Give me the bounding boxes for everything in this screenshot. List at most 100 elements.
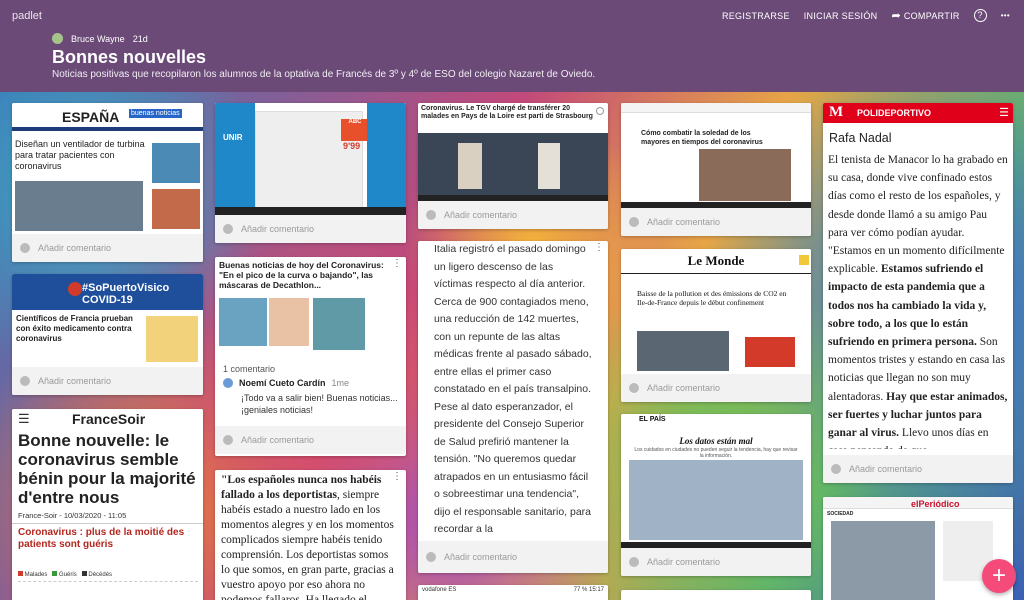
post-card[interactable]: M POLIDEPORTIVO ☰ Rafa Nadal El tenista …	[823, 103, 1013, 483]
price-tag: 9'99	[343, 141, 361, 151]
post-text: Italia registró el pasado domingo un lig…	[434, 243, 592, 535]
more-icon[interactable]: •••	[1001, 11, 1010, 20]
post-card[interactable]: ⋮ Italia registró el pasado domingo un l…	[418, 241, 608, 573]
add-comment[interactable]: Añadir comentario	[621, 548, 811, 576]
share-button[interactable]: ➦ COMPARTIR	[891, 9, 959, 22]
legend-item: Décédés	[81, 571, 112, 578]
post-thumbnail: ☰ FranceSoir Bonne nouvelle: le coronavi…	[12, 409, 203, 600]
virus-icon	[68, 282, 82, 296]
comment-avatar-icon	[629, 557, 639, 567]
padlet-logo[interactable]: padlet	[12, 10, 42, 22]
post-card[interactable]: UNIR ABC 9'99 Añadir comentario	[215, 103, 406, 243]
side-photo	[152, 189, 200, 229]
post-text: El tenista de Manacor lo ha grabado en s…	[828, 154, 1008, 449]
add-comment-label: Añadir comentario	[38, 243, 112, 253]
comment-avatar-icon	[831, 464, 841, 474]
post-menu-icon[interactable]: ⋮	[594, 243, 604, 253]
add-comment[interactable]: Añadir comentario	[215, 215, 406, 243]
add-comment[interactable]: Añadir comentario	[418, 541, 608, 573]
add-comment[interactable]: Añadir comentario	[418, 201, 608, 229]
post-menu-icon[interactable]: ⋮	[392, 472, 402, 482]
add-comment-label: Añadir comentario	[444, 552, 518, 562]
post-thumbnail: Cómo combatir la soledad de los mayores …	[621, 103, 811, 208]
add-comment[interactable]: Añadir comentario	[215, 426, 406, 454]
post-card[interactable]: EL PAÍS Los datos están mal Los cuidados…	[621, 414, 811, 576]
site-brand: EL PAÍS	[639, 416, 666, 423]
divider	[12, 523, 203, 524]
post-card[interactable]: ESPAÑA buenas noticias Diseñan un ventil…	[12, 103, 203, 262]
post-headline: Bonne nouvelle: le coronavirus semble bé…	[18, 431, 196, 507]
unir-sidebar	[215, 103, 255, 215]
login-link[interactable]: INICIAR SESIÓN	[804, 11, 878, 21]
post-card[interactable]: Le Monde Baisse de la pollution et des é…	[621, 249, 811, 402]
comment-time: 1me	[331, 378, 350, 388]
sub-headline: Coronavirus : plus de la moitié des pati…	[18, 527, 185, 550]
post-thumbnail: UNIR ABC 9'99	[215, 103, 406, 215]
comment-avatar-icon	[223, 435, 233, 445]
comment-avatar-icon	[223, 224, 233, 234]
taskbar	[215, 207, 406, 215]
abc-badge: ABC	[341, 119, 369, 141]
add-comment[interactable]: Añadir comentario	[621, 374, 811, 402]
add-post-button[interactable]: +	[982, 559, 1016, 593]
comment-avatar-icon	[20, 376, 30, 386]
add-comment[interactable]: Añadir comentario	[823, 455, 1013, 483]
byline: France-Soir - 10/03/2020 - 11:05	[18, 511, 127, 520]
author-row: Bruce Wayne 21d	[52, 33, 148, 44]
comment-avatar-icon	[629, 383, 639, 393]
add-comment-label: Añadir comentario	[647, 383, 721, 393]
top-nav: REGISTRARSE INICIAR SESIÓN ➦ COMPARTIR ?…	[722, 9, 1010, 22]
post-card[interactable]: #SoPuertoVisico COVID-19 Científicos de …	[12, 274, 203, 395]
post-card[interactable]: Cómo combatir la soledad de los mayores …	[621, 103, 811, 236]
banner-text: #SoPuertoVisico COVID-19	[82, 282, 170, 306]
marca-header: M POLIDEPORTIVO ☰	[823, 103, 1013, 123]
medic-figure	[538, 143, 560, 189]
post-headline: Diseñan un ventilador de turbina para tr…	[15, 139, 145, 171]
add-comment[interactable]: Añadir comentario	[12, 367, 203, 395]
post-card[interactable]: ⋮ Buenas noticias de hoy del Coronavirus…	[215, 257, 406, 456]
add-comment-label: Añadir comentario	[647, 217, 721, 227]
comment-count: 1 comentario	[223, 364, 276, 374]
site-brand2: buenas noticias	[129, 109, 182, 118]
post-card[interactable]: Coronavirus. Le TGV chargé de transférer…	[418, 103, 608, 229]
add-comment-label: Añadir comentario	[444, 210, 518, 220]
post-card[interactable]: vodafone ES 77 % 15:17	[418, 585, 608, 600]
chart-legend: Malades Guéris Décédés	[18, 571, 112, 578]
post-headline: Buenas noticias de hoy del Coronavirus: …	[219, 260, 384, 290]
news-photo	[269, 298, 309, 346]
post-headline: Los datos están mal	[679, 436, 753, 446]
post-card[interactable]: ⋮ "Los españoles nunca nos habéis fallad…	[215, 470, 406, 600]
post-card[interactable]	[621, 590, 811, 600]
comment-avatar-icon	[20, 243, 30, 253]
post-photo	[15, 181, 143, 231]
add-comment[interactable]: Añadir comentario	[12, 234, 203, 262]
news-photo	[699, 149, 791, 201]
register-link[interactable]: REGISTRARSE	[722, 11, 790, 21]
post-thumbnail: Le Monde Baisse de la pollution et des é…	[621, 249, 811, 374]
post-headline: Cómo combatir la soledad de los mayores …	[641, 130, 763, 146]
unir-sidebar	[367, 103, 406, 215]
taskbar	[621, 542, 811, 548]
post-menu-icon[interactable]: ⋮	[392, 259, 402, 269]
post-headline: Coronavirus. Le TGV chargé de transférer…	[421, 105, 593, 120]
add-comment[interactable]: Añadir comentario	[621, 208, 811, 236]
comment-avatar-icon	[426, 552, 436, 562]
map-image	[146, 316, 198, 362]
sub-headline: Los cuidados en ciudades no pueden segui…	[634, 447, 798, 459]
commenter-avatar	[223, 378, 233, 388]
mini-chart	[18, 581, 198, 600]
side-photo	[152, 143, 200, 183]
help-icon[interactable]: ?	[973, 9, 987, 22]
share-label: COMPARTIR	[903, 11, 960, 21]
post-thumbnail: ESPAÑA buenas noticias Diseñan un ventil…	[12, 103, 203, 234]
site-brand: elPeriódico	[911, 499, 960, 509]
post-thumbnail: EL PAÍS Los datos están mal Los cuidados…	[621, 414, 811, 548]
post-headline: Baisse de la pollution et des émissions …	[637, 289, 787, 307]
legend-item: Malades	[18, 571, 47, 578]
train-photo	[418, 133, 608, 195]
post-card[interactable]: ☰ FranceSoir Bonne nouvelle: le coronavi…	[12, 409, 203, 600]
comment-author: Noemí Cueto Cardín	[239, 378, 326, 388]
comment-avatar-icon	[629, 217, 639, 227]
header: padlet REGISTRARSE INICIAR SESIÓN ➦ COMP…	[0, 0, 1024, 92]
add-comment-label: Añadir comentario	[849, 464, 923, 474]
